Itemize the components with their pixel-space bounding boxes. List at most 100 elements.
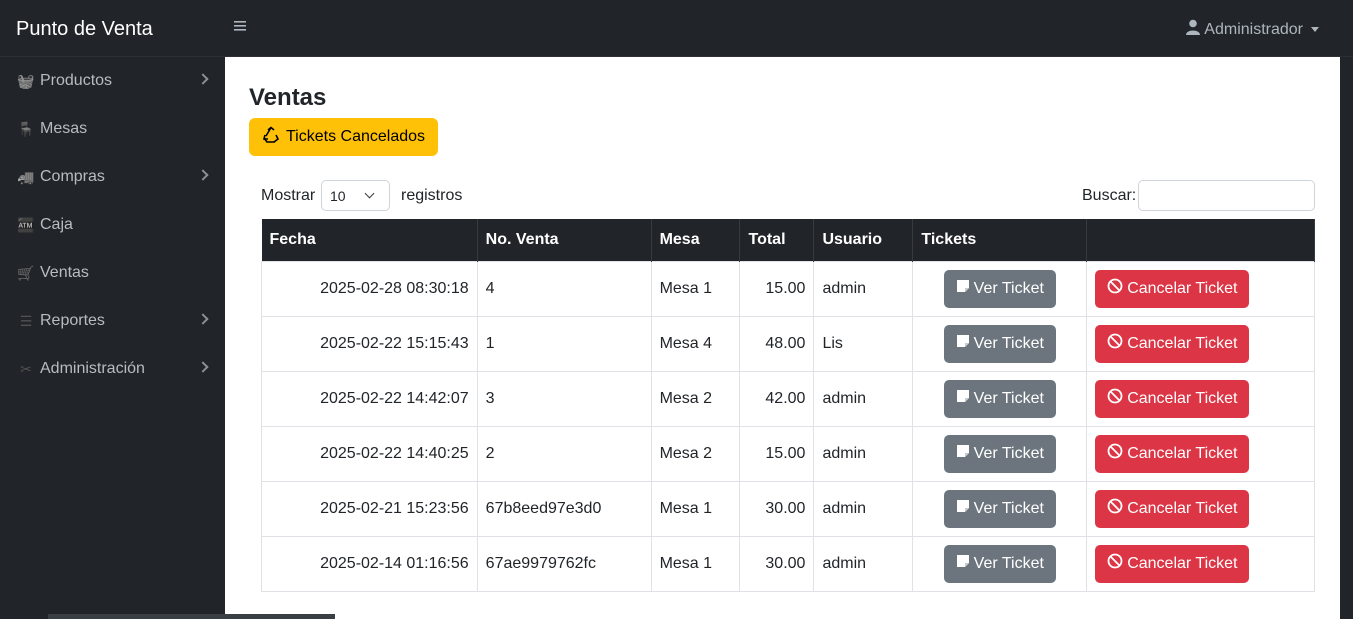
view-ticket-label: Ver Ticket <box>973 389 1044 407</box>
search-input[interactable] <box>1138 180 1315 211</box>
sidebar-item-compras[interactable]: 🚚 Compras <box>0 153 225 201</box>
cell-mesa: Mesa 1 <box>650 480 741 537</box>
header-fecha[interactable]: Fecha <box>261 219 478 261</box>
view-ticket-label: Ver Ticket <box>973 279 1044 297</box>
view-ticket-button[interactable]: Ver Ticket <box>943 434 1056 473</box>
cell-usuario: admin <box>813 370 914 427</box>
cell-usuario: admin <box>813 260 914 317</box>
table-row: 2025-02-28 08:30:18 4 Mesa 1 15.00 admin Ver … <box>261 260 1315 317</box>
sticky-note-icon <box>956 499 970 518</box>
cancel-ticket-button[interactable]: Cancelar Ticket <box>1095 434 1250 473</box>
top-navbar: Punto de Venta Administrador <box>0 0 1353 57</box>
header-total[interactable]: Total <box>739 219 815 261</box>
chevron-right-icon <box>197 361 209 373</box>
table-row: 2025-02-22 14:42:07 3 Mesa 2 42.00 admin Ver … <box>261 370 1315 427</box>
view-ticket-button[interactable]: Ver Ticket <box>943 379 1056 418</box>
cell-tickets: Ver Ticket <box>912 480 1088 537</box>
header-mesa[interactable]: Mesa <box>651 219 741 261</box>
ban-icon <box>1107 443 1123 464</box>
cell-total: 48.00 <box>739 315 815 372</box>
cell-total: 30.00 <box>739 535 815 592</box>
cancel-ticket-button[interactable]: Cancelar Ticket <box>1095 544 1250 583</box>
sidebar-item-label: Mesas <box>40 120 88 137</box>
chevron-right-icon <box>197 169 209 181</box>
cell-tickets: Ver Ticket <box>912 260 1088 317</box>
table-row: 2025-02-22 14:40:25 2 Mesa 2 15.00 admin Ver … <box>261 425 1315 482</box>
cell-usuario: admin <box>813 480 914 537</box>
horizontal-scrollbar[interactable] <box>48 614 335 619</box>
header-no-venta[interactable]: No. Venta <box>477 219 652 261</box>
cell-no-venta: 3 <box>476 370 652 427</box>
page-size-select[interactable]: 10 <box>321 180 390 211</box>
recycle-icon <box>262 125 280 149</box>
view-ticket-label: Ver Ticket <box>973 334 1044 352</box>
user-name: Administrador <box>1204 20 1303 38</box>
sidebar-item-reportes[interactable]: ☰ Reportes <box>0 297 225 345</box>
table-header-row: Fecha No. Venta Mesa Total Usuario Ticke… <box>261 219 1315 261</box>
cell-actions: Cancelar Ticket <box>1086 480 1315 537</box>
ban-icon <box>1107 498 1123 519</box>
cell-no-venta: 1 <box>476 315 652 372</box>
cell-tickets: Ver Ticket <box>912 315 1088 372</box>
cell-actions: Cancelar Ticket <box>1086 535 1315 592</box>
header-actions <box>1086 219 1315 261</box>
cell-fecha: 2025-02-22 14:42:07 <box>261 370 478 427</box>
cell-mesa: Mesa 1 <box>650 535 741 592</box>
view-ticket-button[interactable]: Ver Ticket <box>943 324 1056 363</box>
chevron-down-icon <box>364 188 375 199</box>
records-label: registros <box>401 187 463 204</box>
cell-tickets: Ver Ticket <box>912 425 1088 482</box>
sidebar-toggle-icon[interactable] <box>233 19 247 35</box>
table-icon: 🪑 <box>17 120 35 137</box>
cell-actions: Cancelar Ticket <box>1086 370 1315 427</box>
sidebar-item-administracin[interactable]: ✂ Administración <box>0 345 225 393</box>
cart-icon: 🛒 <box>17 264 35 281</box>
chevron-down-icon <box>1311 27 1319 32</box>
sticky-note-icon <box>956 444 970 463</box>
cancelled-tickets-button[interactable]: Tickets Cancelados <box>249 118 439 156</box>
basket-icon: 🧺 <box>17 72 35 89</box>
cancel-ticket-button[interactable]: Cancelar Ticket <box>1095 324 1250 363</box>
chevron-right-icon <box>197 313 209 325</box>
sidebar-item-mesas[interactable]: 🪑 Mesas <box>0 105 225 153</box>
view-ticket-button[interactable]: Ver Ticket <box>943 489 1056 528</box>
page-title: Ventas <box>249 84 327 111</box>
cancelled-tickets-label: Tickets Cancelados <box>286 128 426 145</box>
cancel-ticket-label: Cancelar Ticket <box>1127 499 1238 517</box>
cell-actions: Cancelar Ticket <box>1086 315 1315 372</box>
sidebar-item-productos[interactable]: 🧺 Productos <box>0 57 225 105</box>
cell-tickets: Ver Ticket <box>912 370 1088 427</box>
user-menu[interactable]: Administrador <box>1186 19 1319 40</box>
cancel-ticket-button[interactable]: Cancelar Ticket <box>1095 489 1250 528</box>
cell-no-venta: 2 <box>476 425 652 482</box>
brand-title[interactable]: Punto de Venta <box>16 18 153 41</box>
header-tickets[interactable]: Tickets <box>912 219 1088 261</box>
view-ticket-button[interactable]: Ver Ticket <box>943 544 1056 583</box>
sidebar-item-label: Productos <box>40 72 113 89</box>
table-row: 2025-02-14 01:16:56 67ae9979762fc Mesa 1 30… <box>261 535 1315 592</box>
sticky-note-icon <box>956 554 970 573</box>
sidebar-item-label: Administración <box>40 360 145 377</box>
cancel-ticket-label: Cancelar Ticket <box>1127 554 1238 572</box>
cell-usuario: admin <box>813 425 914 482</box>
cell-mesa: Mesa 2 <box>650 370 741 427</box>
tools-icon: ✂ <box>20 360 32 377</box>
scrollbar[interactable] <box>1340 57 1353 619</box>
cancel-ticket-button[interactable]: Cancelar Ticket <box>1095 379 1250 418</box>
sidebar-item-ventas[interactable]: 🛒 Ventas <box>0 249 225 297</box>
cell-total: 15.00 <box>739 425 815 482</box>
cell-no-venta: 4 <box>476 260 652 317</box>
show-label: Mostrar <box>261 187 316 204</box>
page-size-value: 10 <box>330 187 346 204</box>
sidebar-item-caja[interactable]: 🏧 Caja <box>0 201 225 249</box>
ban-icon <box>1107 278 1123 299</box>
view-ticket-button[interactable]: Ver Ticket <box>943 269 1056 308</box>
list-icon: ☰ <box>19 312 33 329</box>
sidebar-item-label: Compras <box>40 168 105 185</box>
cell-actions: Cancelar Ticket <box>1086 425 1315 482</box>
sidebar: 🧺 Productos 🪑 Mesas 🚚 Compras 🏧 Caja 🛒 Ventas ☰ Rep… <box>0 57 225 619</box>
ban-icon <box>1107 553 1123 574</box>
header-usuario[interactable]: Usuario <box>813 219 914 261</box>
cancel-ticket-button[interactable]: Cancelar Ticket <box>1095 269 1250 308</box>
cancel-ticket-label: Cancelar Ticket <box>1127 444 1238 462</box>
